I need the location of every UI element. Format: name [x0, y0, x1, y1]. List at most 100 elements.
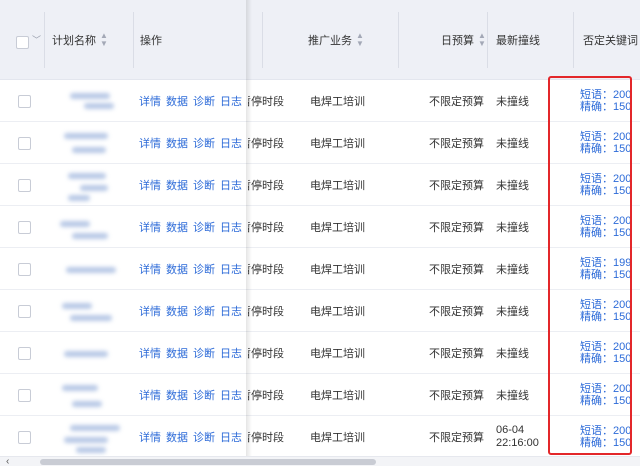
data-link[interactable]: 数据: [166, 261, 188, 277]
row-checkbox[interactable]: [18, 347, 31, 360]
business-cell: 电焊工培训: [310, 348, 365, 360]
phrase-count[interactable]: 短语：200: [580, 299, 631, 311]
phrase-count[interactable]: 短语：199: [580, 257, 631, 269]
log-link[interactable]: 日志: [220, 261, 242, 277]
log-link[interactable]: 日志: [220, 387, 242, 403]
table-row[interactable]: 详情 数据 诊断 日志 暂停时段 电焊工培训 不限定预算 未撞线 短语：200 精确：150: [0, 332, 640, 374]
plan-name-blurred[interactable]: [50, 291, 120, 331]
sort-icon[interactable]: ▲ ▼: [478, 32, 486, 48]
diagnose-link[interactable]: 诊断: [193, 261, 215, 277]
log-link[interactable]: 日志: [220, 429, 242, 445]
phrase-count[interactable]: 短语：200: [580, 425, 631, 437]
details-link[interactable]: 详情: [139, 219, 161, 235]
row-operations: 详情 数据 诊断 日志: [139, 290, 242, 332]
diagnose-link[interactable]: 诊断: [193, 303, 215, 319]
exact-count[interactable]: 精确：150: [580, 395, 631, 407]
row-operations: 详情 数据 诊断 日志: [139, 248, 242, 290]
table-row[interactable]: 详情 数据 诊断 日志 暂停时段 电焊工培训 不限定预算 06-04 22:16:00 短语：20…: [0, 416, 640, 458]
details-link[interactable]: 详情: [139, 93, 161, 109]
exact-count[interactable]: 精确：150: [580, 227, 631, 239]
sort-icon[interactable]: ▲ ▼: [100, 32, 108, 48]
table-row[interactable]: 详情 数据 诊断 日志 暂停时段 电焊工培训 不限定预算 未撞线 短语：200 精确：150: [0, 164, 640, 206]
row-checkbox[interactable]: [18, 95, 31, 108]
chevron-down-icon[interactable]: ﹀: [32, 33, 41, 46]
plan-name-blurred[interactable]: [50, 123, 120, 163]
exact-count[interactable]: 精确：150: [580, 437, 631, 449]
chevron-left-icon[interactable]: ‹: [6, 456, 9, 466]
diagnose-link[interactable]: 诊断: [193, 177, 215, 193]
data-link[interactable]: 数据: [166, 303, 188, 319]
log-link[interactable]: 日志: [220, 135, 242, 151]
diagnose-link[interactable]: 诊断: [193, 429, 215, 445]
row-checkbox[interactable]: [18, 263, 31, 276]
data-link[interactable]: 数据: [166, 93, 188, 109]
details-link[interactable]: 详情: [139, 261, 161, 277]
details-link[interactable]: 详情: [139, 429, 161, 445]
details-link[interactable]: 详情: [139, 303, 161, 319]
phrase-count[interactable]: 短语：200: [580, 131, 631, 143]
select-all-checkbox[interactable]: [16, 36, 29, 49]
diagnose-link[interactable]: 诊断: [193, 93, 215, 109]
log-link[interactable]: 日志: [220, 177, 242, 193]
data-link[interactable]: 数据: [166, 219, 188, 235]
plan-name-blurred[interactable]: [50, 165, 120, 205]
plan-name-blurred[interactable]: [50, 417, 120, 457]
data-link[interactable]: 数据: [166, 429, 188, 445]
phrase-count[interactable]: 短语：200: [580, 89, 631, 101]
row-checkbox[interactable]: [18, 305, 31, 318]
table-row[interactable]: 详情 数据 诊断 日志 暂停时段 电焊工培训 不限定预算 未撞线 短语：200 精确：150: [0, 80, 640, 122]
budget-cell: 不限定预算: [429, 390, 484, 402]
exact-count[interactable]: 精确：150: [580, 143, 631, 155]
row-checkbox[interactable]: [18, 221, 31, 234]
exact-count[interactable]: 精确：150: [580, 311, 631, 323]
column-header-plan-name[interactable]: 计划名称 ▲ ▼: [52, 0, 108, 80]
business-cell: 电焊工培训: [310, 264, 365, 276]
details-link[interactable]: 详情: [139, 345, 161, 361]
details-link[interactable]: 详情: [139, 387, 161, 403]
column-header-business[interactable]: 推广业务 ▲ ▼: [308, 0, 364, 80]
row-checkbox[interactable]: [18, 137, 31, 150]
sort-icon[interactable]: ▲ ▼: [356, 32, 364, 48]
exact-count[interactable]: 精确：150: [580, 269, 631, 281]
exact-count[interactable]: 精确：150: [580, 185, 631, 197]
log-link[interactable]: 日志: [220, 219, 242, 235]
phrase-count[interactable]: 短语：200: [580, 341, 631, 353]
data-link[interactable]: 数据: [166, 387, 188, 403]
row-checkbox[interactable]: [18, 179, 31, 192]
status-date: 06-04: [496, 424, 525, 436]
table-row[interactable]: 详情 数据 诊断 日志 暂停时段 电焊工培训 不限定预算 未撞线 短语：200 精确：150: [0, 290, 640, 332]
log-link[interactable]: 日志: [220, 303, 242, 319]
diagnose-link[interactable]: 诊断: [193, 387, 215, 403]
column-header-daily-budget[interactable]: 日预算 ▲ ▼: [441, 0, 486, 80]
horizontal-scrollbar[interactable]: ‹: [0, 456, 640, 466]
table-row[interactable]: 详情 数据 诊断 日志 暂停时段 电焊工培训 不限定预算 未撞线 短语：199 精确：150: [0, 248, 640, 290]
table-row[interactable]: 详情 数据 诊断 日志 暂停时段 电焊工培训 不限定预算 未撞线 短语：200 精确：150: [0, 374, 640, 416]
log-link[interactable]: 日志: [220, 93, 242, 109]
exact-count[interactable]: 精确：150: [580, 353, 631, 365]
plan-name-blurred[interactable]: [50, 207, 120, 247]
details-link[interactable]: 详情: [139, 135, 161, 151]
phrase-count[interactable]: 短语：200: [580, 383, 631, 395]
row-checkbox[interactable]: [18, 431, 31, 444]
log-link[interactable]: 日志: [220, 345, 242, 361]
plan-name-blurred[interactable]: [50, 375, 120, 415]
plan-name-blurred[interactable]: [50, 81, 120, 121]
diagnose-link[interactable]: 诊断: [193, 345, 215, 361]
data-link[interactable]: 数据: [166, 177, 188, 193]
phrase-count[interactable]: 短语：200: [580, 215, 631, 227]
diagnose-link[interactable]: 诊断: [193, 135, 215, 151]
diagnose-link[interactable]: 诊断: [193, 219, 215, 235]
business-cell: 电焊工培训: [310, 306, 365, 318]
row-checkbox[interactable]: [18, 389, 31, 402]
plan-name-blurred[interactable]: [50, 249, 120, 289]
phrase-count[interactable]: 短语：200: [580, 173, 631, 185]
data-link[interactable]: 数据: [166, 345, 188, 361]
budget-cell: 不限定预算: [429, 432, 484, 444]
data-link[interactable]: 数据: [166, 135, 188, 151]
scrollbar-thumb[interactable]: [40, 459, 376, 465]
table-row[interactable]: 详情 数据 诊断 日志 暂停时段 电焊工培训 不限定预算 未撞线 短语：200 精确：150: [0, 206, 640, 248]
table-row[interactable]: 详情 数据 诊断 日志 暂停时段 电焊工培训 不限定预算 未撞线 短语：200 精确：150: [0, 122, 640, 164]
details-link[interactable]: 详情: [139, 177, 161, 193]
plan-name-blurred[interactable]: [50, 333, 120, 373]
exact-count[interactable]: 精确：150: [580, 101, 631, 113]
